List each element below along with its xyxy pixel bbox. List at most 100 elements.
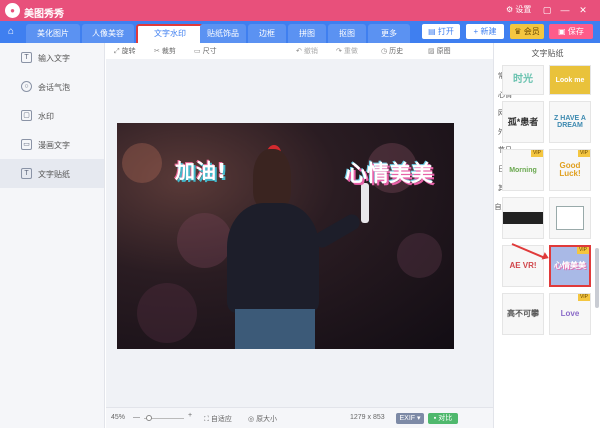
crop-button[interactable]: ✂ 裁剪	[154, 46, 176, 56]
sticker-thumb[interactable]	[549, 197, 591, 239]
sidebar-item-watermark[interactable]: ▢ 水印	[0, 101, 104, 130]
app-title: 美图秀秀	[24, 9, 64, 20]
tab-more[interactable]: 更多	[368, 24, 410, 43]
status-bar: 45% — + ⛶ 自适应 ◎ 原大小 1279 x 853 EXIF ▾ ▪ …	[106, 407, 493, 428]
original-label: 原图	[436, 48, 451, 55]
settings-button[interactable]: ⚙ 设置	[506, 4, 531, 15]
sidebar-item-label: 会话气泡	[38, 83, 70, 92]
sticker-thumb[interactable]: AE VR!	[502, 245, 544, 287]
image-dimensions: 1279 x 853	[350, 414, 385, 421]
redo-button[interactable]: ↷ 重做	[336, 46, 358, 56]
tab-text-watermark[interactable]: 文字水印	[136, 24, 204, 43]
tab-collage[interactable]: 拼图	[288, 24, 326, 43]
undo-button[interactable]: ↶ 撤销	[296, 46, 318, 56]
size-button[interactable]: ▭ 尺寸	[194, 46, 217, 56]
main-nav: ⌂ 美化图片 人像美容 文字水印 贴纸饰品 边框 拼图 抠图 更多 ▤ 打开 +…	[0, 21, 600, 43]
vip-badge: VIP	[530, 150, 543, 157]
minimize-icon[interactable]: —	[558, 3, 572, 17]
sidebar-item-speech-bubble[interactable]: ○ 会话气泡	[0, 72, 104, 101]
light-stick	[361, 183, 369, 223]
tab-stickers[interactable]: 贴纸饰品	[200, 24, 246, 43]
sidebar-item-label: 漫画文字	[38, 141, 70, 150]
sticker-thumb-text: AE VR!	[509, 261, 537, 270]
rotate-button[interactable]: ⤢ 旋转	[114, 46, 136, 56]
crop-icon: ✂	[154, 48, 160, 55]
sticker-xinqing[interactable]: 心情美美	[345, 156, 433, 188]
head-hair	[253, 149, 291, 209]
tab-frame[interactable]: 边框	[248, 24, 286, 43]
tab-beautify[interactable]: 美化图片	[26, 24, 80, 43]
sticker-thumb[interactable]: Morning VIP	[502, 149, 544, 191]
tab-portrait[interactable]: 人像美容	[82, 24, 134, 43]
new-label: 新建	[480, 27, 497, 36]
open-button[interactable]: ▤ 打开	[422, 24, 460, 39]
left-sidebar: T 输入文字 ○ 会话气泡 ▢ 水印 ▭ 漫画文字 T 文字贴纸	[0, 43, 105, 428]
bokeh	[137, 283, 197, 343]
raised-arm	[311, 211, 363, 251]
new-button[interactable]: + 新建	[466, 24, 504, 39]
sticker-thumb[interactable]: Love VIP	[549, 293, 591, 335]
sticker-thumb[interactable]: Good Luck! VIP	[549, 149, 591, 191]
comic-icon: ▭	[21, 139, 32, 150]
bokeh	[397, 233, 442, 278]
home-icon[interactable]: ⌂	[4, 25, 18, 39]
close-icon[interactable]: ✕	[576, 3, 590, 17]
sticker-thumb[interactable]: Look me	[549, 65, 591, 95]
fit-button[interactable]: ⛶ 自适应	[204, 414, 232, 424]
app-logo-icon: ●	[5, 3, 20, 18]
vip-badge: VIP	[577, 150, 590, 157]
bokeh	[122, 143, 162, 183]
size-label: 尺寸	[202, 48, 217, 55]
redo-label: 重做	[343, 48, 358, 55]
sticker-thumb[interactable]: 孤*患者	[502, 101, 544, 143]
size-icon: ▭	[194, 48, 201, 55]
settings-label: 设置	[515, 5, 532, 14]
edit-toolbar: ⤢ 旋转 ✂ 裁剪 ▭ 尺寸 ↶ 撤销 ↷ 重做 ◷ 历史 ▨ 原图	[106, 43, 493, 59]
sidebar-item-comic-text[interactable]: ▭ 漫画文字	[0, 130, 104, 159]
compare-button[interactable]: ▪ 对比	[428, 413, 458, 424]
jeans	[235, 309, 315, 349]
sticker-panel: 文字贴纸 常用 心情 网络 外文 节日 日历 其他 自定义 时光 Look me…	[493, 43, 600, 428]
sidebar-item-input-text[interactable]: T 输入文字	[0, 43, 104, 72]
sticker-thumb[interactable]: 高不可攀	[502, 293, 544, 335]
sticker-thumb[interactable]: Z HAVE A DREAM	[549, 101, 591, 143]
canvas-area: 加油! 心情美美	[106, 59, 493, 407]
history-button[interactable]: ◷ 历史	[381, 46, 403, 56]
actual-size-button[interactable]: ◎ 原大小	[248, 414, 277, 424]
panel-title: 文字贴纸	[531, 49, 564, 58]
sticker-jiayou[interactable]: 加油!	[175, 155, 227, 184]
bokeh	[177, 213, 232, 268]
redo-icon: ↷	[336, 48, 342, 55]
exif-button[interactable]: EXIF ▾	[396, 413, 424, 424]
watermark-icon: ▢	[21, 110, 32, 121]
sidebar-item-label: 文字贴纸	[38, 170, 70, 179]
original-button[interactable]: ▨ 原图	[428, 46, 451, 56]
sticker-thumb-text: Look me	[550, 66, 590, 94]
undo-label: 撤销	[303, 48, 318, 55]
panel-scrollbar[interactable]	[595, 248, 599, 308]
undo-icon: ↶	[296, 48, 302, 55]
save-label: 保存	[567, 27, 584, 36]
sticker-thumb-selected[interactable]: 心情美美 VIP	[549, 245, 591, 287]
sticker-thumb[interactable]	[502, 197, 544, 239]
sticker-thumb[interactable]: 时光	[502, 65, 544, 95]
photo-canvas[interactable]: 加油! 心情美美	[117, 123, 454, 349]
rotate-label: 旋转	[121, 48, 136, 55]
sidebar-item-text-sticker[interactable]: T 文字贴纸	[0, 159, 104, 188]
history-label: 历史	[389, 48, 404, 55]
history-icon: ◷	[381, 48, 388, 55]
title-bar: ● 美图秀秀 ⚙ 设置 ▢ — ✕	[0, 0, 600, 21]
save-button[interactable]: ▣ 保存	[549, 24, 593, 39]
zoom-out-button[interactable]: —	[133, 414, 140, 421]
sticker-thumb-text: 高不可攀	[507, 309, 539, 318]
original-icon: ▨	[428, 48, 435, 55]
sticker-thumb-text: 时光	[513, 74, 533, 85]
crop-label: 裁剪	[161, 48, 176, 55]
vip-badge: VIP	[576, 247, 589, 254]
zoom-slider-thumb[interactable]	[146, 415, 152, 421]
zoom-in-button[interactable]: +	[188, 412, 192, 419]
tab-cutout[interactable]: 抠图	[328, 24, 366, 43]
vip-button[interactable]: ♛ 会员	[510, 24, 544, 39]
feedback-icon[interactable]: ▢	[540, 3, 554, 17]
rotate-icon: ⤢	[114, 48, 120, 55]
